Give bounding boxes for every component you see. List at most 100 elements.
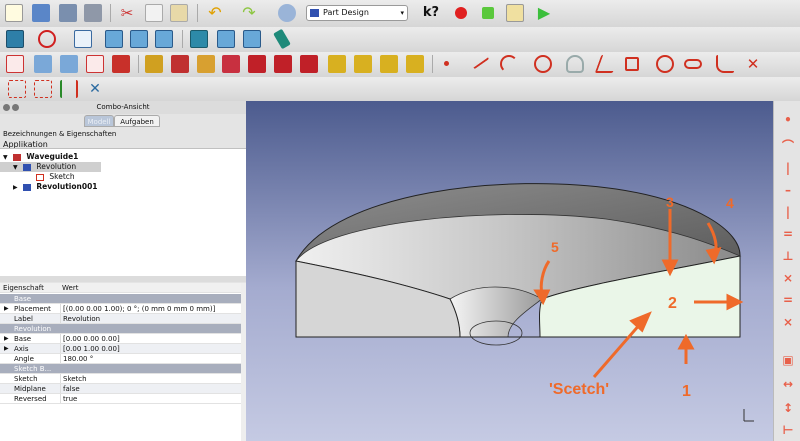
horizontal-distance-icon[interactable]: ↔: [781, 377, 795, 391]
vertical-line-icon[interactable]: |: [781, 205, 795, 219]
left-view-icon[interactable]: [243, 30, 261, 48]
symmetric-icon[interactable]: ⨯: [781, 315, 795, 329]
property-row-angle[interactable]: Angle 180.00 °: [0, 354, 241, 364]
sketch-fillet-icon[interactable]: [716, 55, 734, 73]
perpendicular-icon[interactable]: ⊥: [781, 249, 795, 263]
record-macro-icon[interactable]: [455, 7, 467, 19]
fit-all-icon[interactable]: [6, 30, 24, 48]
distance-icon[interactable]: ⊢: [781, 423, 795, 437]
rear-view-icon[interactable]: [190, 30, 208, 48]
property-row-sketch[interactable]: Sketch Sketch: [0, 374, 241, 384]
constraint-vertical-icon[interactable]: [60, 80, 78, 98]
refresh-icon[interactable]: [278, 4, 296, 22]
expand-arrow-icon[interactable]: ▼: [13, 164, 18, 171]
property-row-axis[interactable]: ▶ Axis [0.00 1.00 0.00]: [0, 344, 241, 354]
axonometric-icon[interactable]: [74, 30, 92, 48]
equal-icon[interactable]: =: [781, 293, 795, 307]
expand-arrow-icon[interactable]: ▶: [4, 334, 9, 344]
circle-icon[interactable]: [534, 55, 552, 73]
fillet-icon[interactable]: [248, 55, 266, 73]
macro-editor-icon[interactable]: [506, 4, 524, 22]
slot-icon[interactable]: [684, 59, 702, 69]
constraint-horizontal-icon[interactable]: ✕: [86, 80, 104, 98]
pocket-icon[interactable]: [171, 55, 189, 73]
polar-pattern-icon[interactable]: [380, 55, 398, 73]
point-icon[interactable]: •: [781, 113, 795, 127]
linear-pattern-icon[interactable]: [354, 55, 372, 73]
redo-icon[interactable]: ↷: [240, 4, 258, 22]
horizontal-line-icon[interactable]: –: [781, 183, 795, 197]
top-view-icon[interactable]: [130, 30, 148, 48]
property-row-base[interactable]: ▶ Base [0.00 0.00 0.00]: [0, 334, 241, 344]
measure-icon[interactable]: [273, 28, 291, 50]
property-editor: Eigenschaft Wert Base ▶ Placement [(0.00…: [0, 283, 246, 441]
float-icon[interactable]: [12, 104, 19, 111]
draft-icon[interactable]: [300, 55, 318, 73]
right-view-icon[interactable]: [155, 30, 173, 48]
arc-icon[interactable]: ⌒: [781, 139, 795, 153]
expand-arrow-icon[interactable]: ▶: [4, 304, 9, 314]
axis-triad-icon: [743, 409, 754, 422]
point-icon[interactable]: [444, 61, 449, 66]
draw-style-icon[interactable]: [38, 30, 56, 48]
stop-macro-icon[interactable]: [482, 7, 494, 19]
copy-icon[interactable]: [145, 4, 163, 22]
constraint-coincident-icon[interactable]: [8, 80, 26, 98]
property-row-label[interactable]: Label Revolution: [0, 314, 241, 324]
cut-icon[interactable]: ✂: [118, 4, 136, 22]
conic-icon[interactable]: [566, 55, 584, 73]
open-file-icon[interactable]: [32, 4, 50, 22]
chamfer-icon[interactable]: [274, 55, 292, 73]
save-file-icon[interactable]: [59, 4, 77, 22]
sketch-icon[interactable]: [6, 55, 24, 73]
undo-icon[interactable]: ↶: [206, 4, 224, 22]
tab-model[interactable]: Modell: [84, 115, 114, 127]
3d-viewport[interactable]: 3 4 5 2 1 'Scetch': [246, 101, 773, 441]
trim-icon[interactable]: ✕: [744, 55, 762, 73]
property-group-revolution[interactable]: Revolution: [0, 324, 241, 334]
expand-arrow-icon[interactable]: ▶: [4, 344, 9, 354]
leave-sketch-icon[interactable]: [34, 55, 52, 73]
view-sketch-icon[interactable]: [112, 55, 130, 73]
save-as-icon[interactable]: [84, 4, 102, 22]
tangent-icon[interactable]: ⨯: [781, 271, 795, 285]
property-row-reversed[interactable]: Reversed true: [0, 394, 241, 404]
front-view-icon[interactable]: [105, 30, 123, 48]
line-icon[interactable]: |: [781, 161, 795, 175]
whats-this-icon[interactable]: k?: [422, 4, 440, 22]
pad-icon[interactable]: [145, 55, 163, 73]
tree-item-revolution[interactable]: ▼ Revolution: [0, 162, 101, 172]
tree-item-revolution001[interactable]: ▶ Revolution001: [0, 182, 259, 192]
run-macro-icon[interactable]: ▶: [535, 4, 553, 22]
property-group-base[interactable]: Base: [0, 294, 241, 304]
map-sketch-icon[interactable]: [86, 55, 104, 73]
multi-transform-icon[interactable]: [406, 55, 424, 73]
polygon-icon[interactable]: [656, 55, 674, 73]
workbench-selector[interactable]: Part Design ▾: [306, 5, 408, 21]
expand-arrow-icon[interactable]: ▼: [3, 154, 8, 161]
tree-item-waveguide1[interactable]: ▼ Waveguide1: [0, 152, 249, 162]
revolution-icon[interactable]: [197, 55, 215, 73]
validate-sketch-icon[interactable]: [60, 55, 78, 73]
lock-icon[interactable]: ▣: [781, 353, 795, 367]
property-row-midplane[interactable]: Midplane false: [0, 384, 241, 394]
paste-icon[interactable]: [170, 4, 188, 22]
rectangle-icon[interactable]: [625, 57, 639, 71]
panel-splitter[interactable]: [0, 276, 246, 282]
parallel-icon[interactable]: =: [781, 227, 795, 241]
new-file-icon[interactable]: [5, 4, 23, 22]
line-icon[interactable]: [468, 50, 490, 70]
property-row-placement[interactable]: ▶ Placement [(0.00 0.00 1.00); 0 °; (0 m…: [0, 304, 241, 314]
bottom-view-icon[interactable]: [217, 30, 235, 48]
expand-arrow-icon[interactable]: ▶: [13, 184, 18, 191]
tree-item-sketch[interactable]: Sketch: [0, 172, 282, 182]
close-icon[interactable]: [3, 104, 10, 111]
vertical-distance-icon[interactable]: ↕: [781, 401, 795, 415]
property-group-sketch-based[interactable]: Sketch B...: [0, 364, 241, 374]
arc-icon[interactable]: [500, 55, 518, 73]
constraint-point-on-object-icon[interactable]: [34, 80, 52, 98]
groove-icon[interactable]: [222, 55, 240, 73]
tab-tasks[interactable]: Aufgaben: [114, 115, 160, 127]
polyline-icon[interactable]: [594, 55, 620, 73]
mirrored-icon[interactable]: [328, 55, 346, 73]
